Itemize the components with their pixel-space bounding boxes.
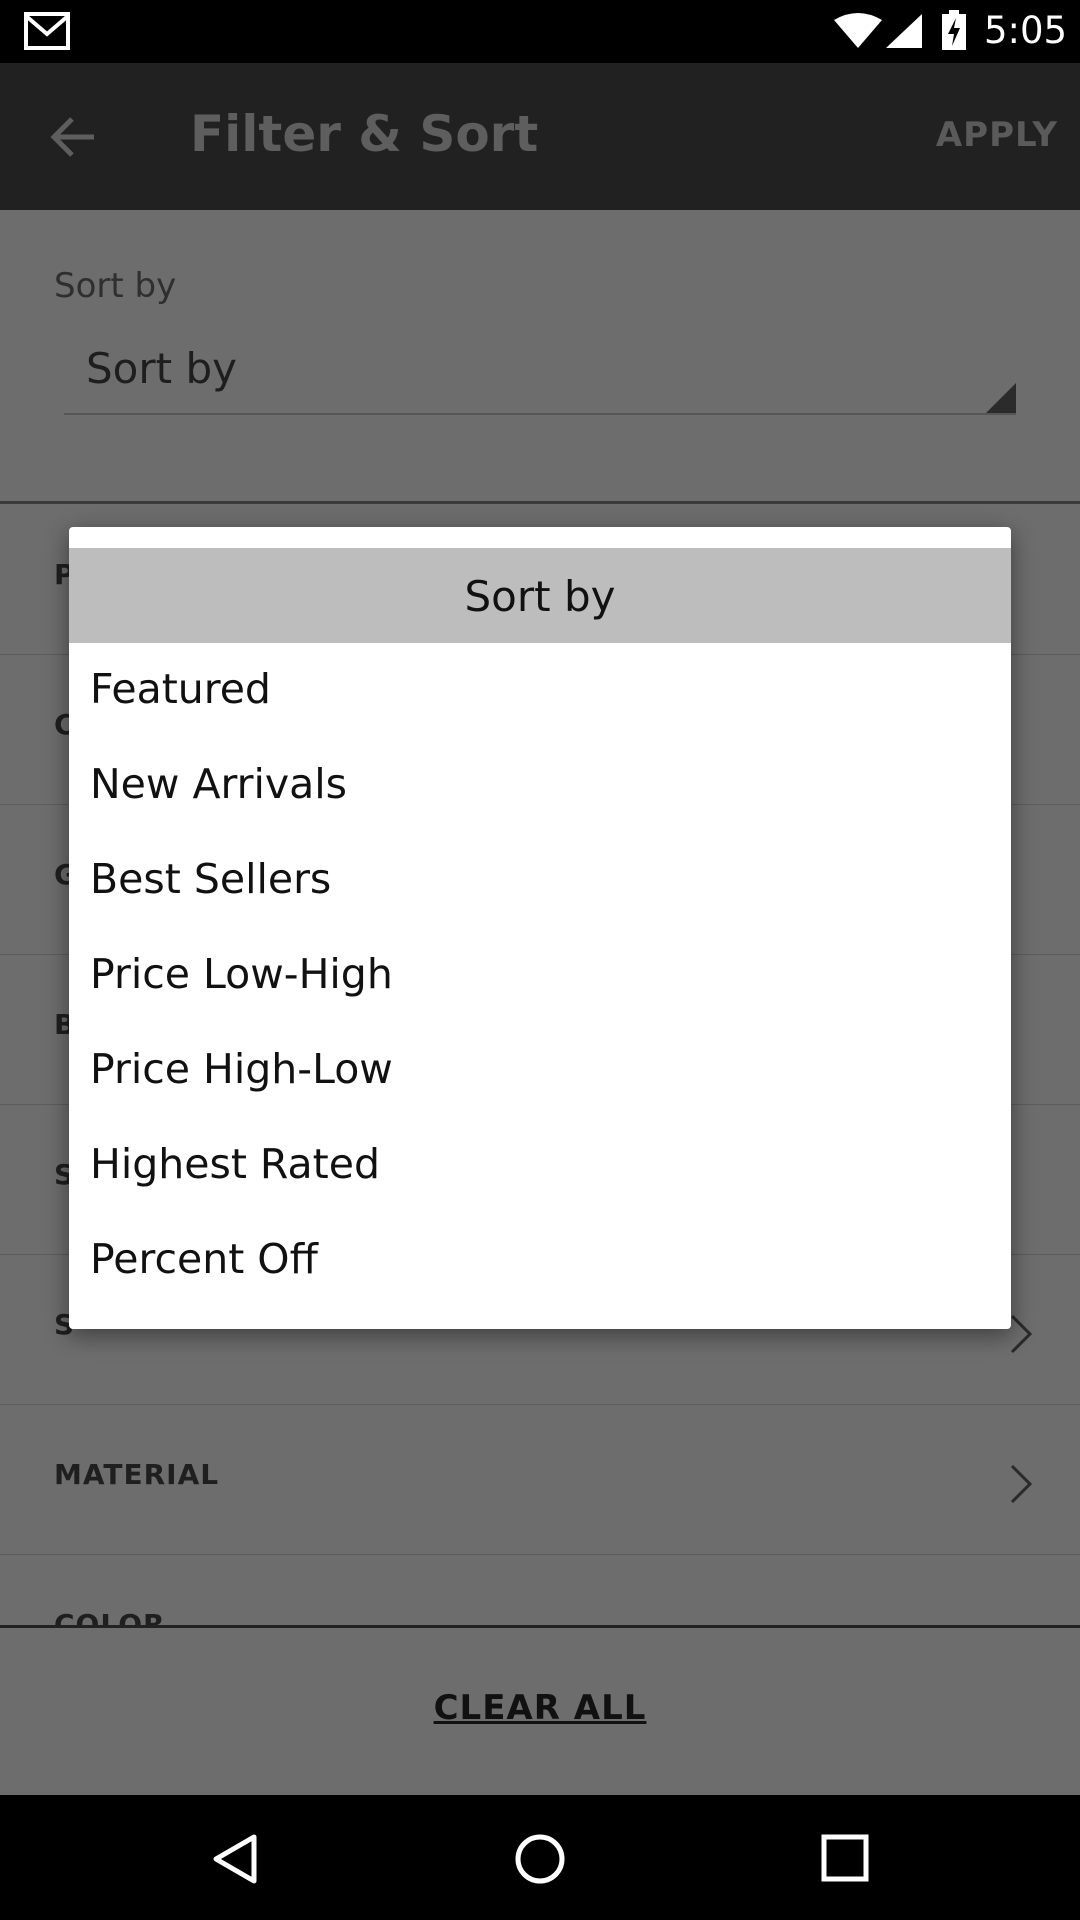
sort-option-new-arrivals[interactable]: New Arrivals (69, 738, 1011, 833)
sort-option-highest-rated[interactable]: Highest Rated (69, 1118, 1011, 1213)
filter-row-material[interactable]: MATERIAL (0, 1404, 1080, 1555)
chevron-right-icon (1010, 1464, 1033, 1504)
page-title: Filter & Sort (190, 105, 539, 163)
battery-charging-icon (942, 10, 966, 50)
sort-option-label: Price Low-High (90, 950, 393, 998)
sort-option-label: New Arrivals (90, 760, 348, 808)
sort-option-label: Featured (90, 665, 271, 713)
filter-row-label: MATERIAL (54, 1458, 220, 1491)
status-time: 5:05 (984, 9, 1068, 52)
filter-row-color[interactable]: COLOR (0, 1554, 1080, 1625)
sort-option-label: Best Sellers (90, 855, 332, 903)
sort-by-label: Sort by (54, 266, 177, 306)
sort-option-label: Percent Off (90, 1235, 318, 1283)
sort-option-featured[interactable]: Featured (69, 643, 1011, 738)
signal-icon (886, 14, 922, 48)
wifi-icon (834, 13, 882, 48)
nav-home-icon[interactable] (512, 1831, 568, 1887)
sort-option-percent-off[interactable]: Percent Off (69, 1213, 1011, 1308)
sort-option-label: Price High-Low (90, 1045, 393, 1093)
sort-option-best-sellers[interactable]: Best Sellers (69, 833, 1011, 928)
status-bar: 5:05 (0, 0, 1080, 63)
sort-by-dropdown[interactable]: Sort by (64, 328, 1016, 415)
system-nav-bar (0, 1795, 1080, 1920)
apply-button[interactable]: APPLY (936, 115, 1058, 155)
sort-option-label: Highest Rated (90, 1140, 380, 1188)
dropdown-triangle-icon (986, 383, 1016, 413)
filter-row-label: COLOR (54, 1608, 166, 1625)
sort-option-price-high-low[interactable]: Price High-Low (69, 1023, 1011, 1118)
clear-all-button[interactable]: CLEAR ALL (0, 1688, 1080, 1728)
nav-back-icon[interactable] (210, 1833, 262, 1885)
back-arrow-icon[interactable] (44, 107, 104, 167)
nav-recents-icon[interactable] (820, 1833, 870, 1883)
gmail-icon (24, 12, 70, 50)
dialog-header: Sort by (69, 548, 1011, 643)
toolbar: Filter & Sort APPLY (0, 63, 1080, 210)
sort-by-dialog: Sort by Featured New Arrivals Best Selle… (69, 527, 1011, 1329)
bottom-bar: CLEAR ALL (0, 1625, 1080, 1798)
sort-by-selected-value: Sort by (86, 344, 237, 393)
dialog-title: Sort by (464, 572, 616, 621)
sort-option-price-low-high[interactable]: Price Low-High (69, 928, 1011, 1023)
